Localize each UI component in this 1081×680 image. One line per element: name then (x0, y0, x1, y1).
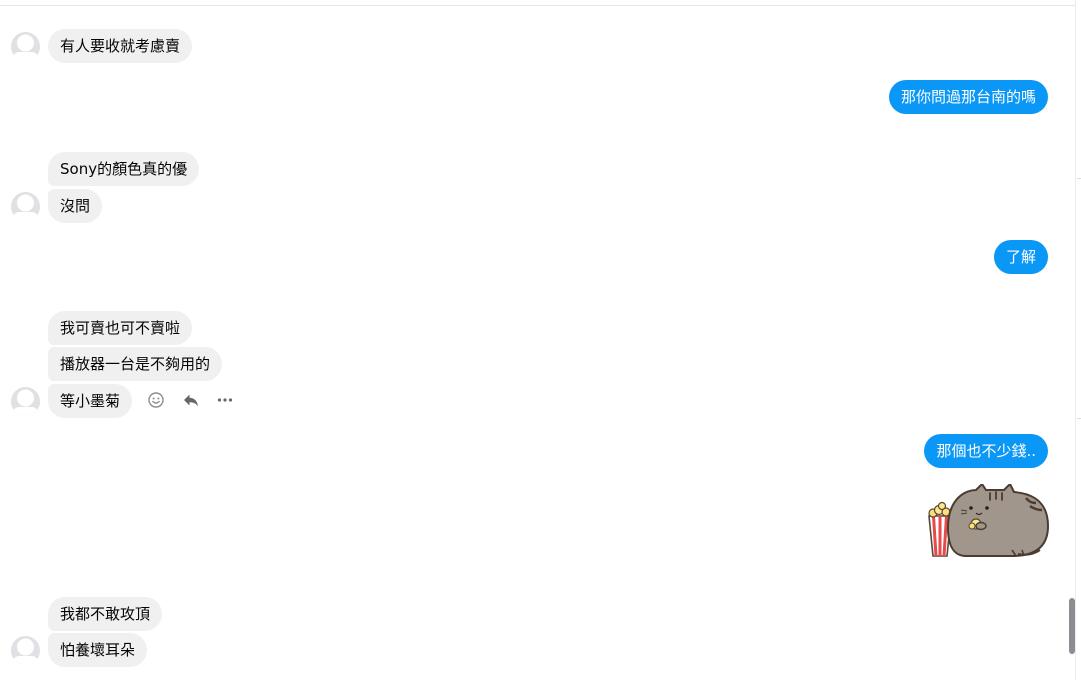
message-bubble-incoming[interactable]: 播放器一台是不夠用的 (48, 347, 223, 381)
message-bubble-incoming[interactable]: 我都不敢攻頂 (48, 597, 163, 631)
edge-divider (1077, 178, 1081, 179)
message-bubble-outgoing[interactable]: 那個也不少錢.. (924, 434, 1048, 468)
contact-avatar[interactable] (11, 636, 40, 665)
reply-icon[interactable] (181, 390, 201, 410)
chat-window: 有人要收就考慮賣 那你問過那台南的嗎 Sony的顏色真的優 沒問 了解 我可賣也… (0, 0, 1081, 680)
message-bubble-outgoing[interactable]: 那你問過那台南的嗎 (888, 80, 1048, 114)
message-bubble-incoming[interactable]: 有人要收就考慮賣 (48, 29, 193, 63)
more-options-icon[interactable] (215, 390, 235, 410)
scrollbar-thumb[interactable] (1069, 598, 1075, 654)
message-bubble-incoming[interactable]: Sony的顏色真的優 (48, 152, 200, 186)
message-bubble-incoming[interactable]: 我可賣也可不賣啦 (48, 311, 193, 345)
pusheen-popcorn-sticker[interactable] (926, 482, 1050, 560)
message-bubble-outgoing[interactable]: 了解 (993, 240, 1048, 274)
scrollbar-track[interactable] (1075, 0, 1081, 680)
message-bubble-incoming[interactable]: 沒問 (48, 189, 103, 223)
message-bubble-incoming[interactable]: 怕養壞耳朵 (48, 633, 148, 667)
message-bubble-incoming[interactable]: 等小墨菊 (48, 384, 133, 418)
contact-avatar[interactable] (11, 387, 40, 416)
contact-avatar[interactable] (11, 32, 40, 61)
edge-divider (1077, 418, 1081, 419)
contact-avatar[interactable] (11, 192, 40, 221)
smiley-react-icon[interactable] (146, 390, 166, 410)
header-divider (0, 5, 1076, 6)
